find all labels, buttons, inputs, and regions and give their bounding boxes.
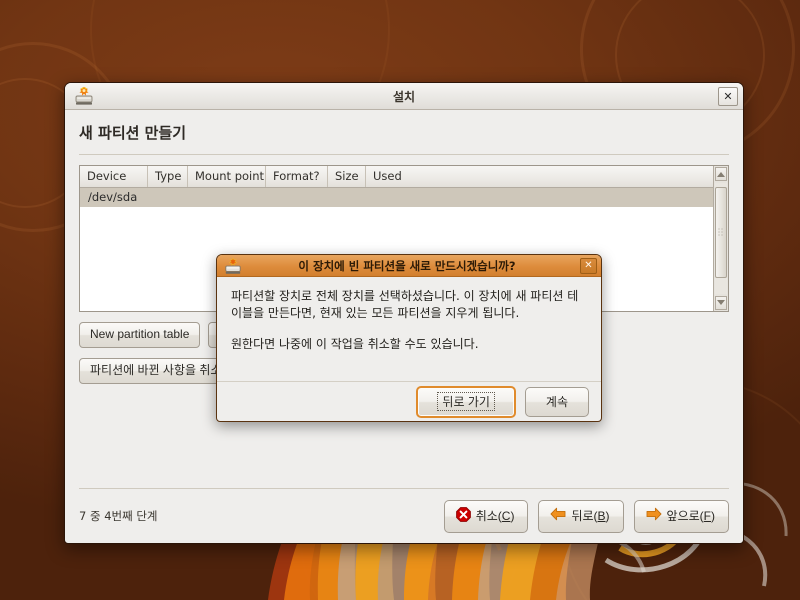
new-partition-table-button[interactable]: New partition table bbox=[79, 321, 201, 348]
column-header-used[interactable]: Used bbox=[366, 166, 713, 187]
scrollbar-thumb[interactable] bbox=[715, 187, 727, 278]
scrollbar-grip-icon bbox=[717, 227, 725, 237]
page-title: 새 파티션 만들기 bbox=[79, 124, 187, 142]
column-header-device[interactable]: Device bbox=[80, 166, 148, 187]
dialog-paragraph-2: 원한다면 나중에 이 작업을 취소할 수도 있습니다. bbox=[231, 337, 479, 352]
confirm-dialog: 이 장치에 빈 파티션을 새로 만드시겠습니까? ✕ 파티션할 장치로 전체 장… bbox=[216, 254, 602, 422]
partition-table-header: Device Type Mount point Format? Size Use… bbox=[80, 166, 713, 188]
arrow-right-icon bbox=[646, 507, 662, 524]
arrow-left-icon bbox=[550, 507, 566, 524]
table-row[interactable]: /dev/sda bbox=[80, 188, 713, 207]
dialog-paragraph-1: 파티션할 장치로 전체 장치를 선택하셨습니다. 이 장치에 새 파티션 테이블… bbox=[231, 289, 579, 321]
close-icon: ✕ bbox=[723, 89, 733, 103]
column-header-mount-point[interactable]: Mount point bbox=[188, 166, 266, 187]
step-indicator: 7 중 4번째 단계 bbox=[79, 509, 158, 523]
column-header-size[interactable]: Size bbox=[328, 166, 366, 187]
column-header-type[interactable]: Type bbox=[148, 166, 188, 187]
undo-partition-changes-button[interactable]: 파티션에 바뀐 사항을 취소 bbox=[79, 358, 233, 385]
disk-drive-icon bbox=[73, 86, 95, 106]
window-close-button[interactable]: ✕ bbox=[718, 86, 738, 106]
dialog-continue-button[interactable]: 계속 bbox=[524, 386, 589, 417]
partition-table-scrollbar[interactable] bbox=[713, 166, 728, 311]
cancel-icon bbox=[455, 506, 471, 525]
dialog-go-back-label: 뒤로 가기 bbox=[437, 391, 495, 411]
dialog-footer: 뒤로 가기 계속 bbox=[217, 381, 601, 421]
disk-drive-icon bbox=[223, 257, 243, 275]
dialog-body: 파티션할 장치로 전체 장치를 선택하셨습니다. 이 장치에 새 파티션 테이블… bbox=[217, 277, 601, 381]
window-title: 설치 bbox=[392, 89, 416, 104]
dialog-title: 이 장치에 빈 파티션을 새로 만드시겠습니까? bbox=[298, 258, 516, 273]
scroll-down-icon[interactable] bbox=[715, 295, 727, 310]
back-button[interactable]: 뒤로(B) bbox=[538, 499, 624, 533]
wizard-navigation-bar: 7 중 4번째 단계 취소(C) 뒤로(B) 앞으로(F) bbox=[65, 489, 743, 543]
dialog-go-back-button[interactable]: 뒤로 가기 bbox=[416, 385, 516, 418]
scroll-up-icon[interactable] bbox=[715, 167, 727, 181]
forward-button[interactable]: 앞으로(F) bbox=[633, 499, 729, 533]
heading-divider bbox=[79, 154, 729, 155]
navigation-buttons: 취소(C) 뒤로(B) 앞으로(F) bbox=[443, 499, 729, 533]
back-button-label: 뒤로(B) bbox=[571, 509, 610, 523]
cancel-button[interactable]: 취소(C) bbox=[443, 499, 529, 533]
column-header-format[interactable]: Format? bbox=[266, 166, 328, 187]
forward-button-label: 앞으로(F) bbox=[666, 509, 715, 523]
dialog-close-button[interactable]: ✕ bbox=[580, 257, 597, 274]
dialog-titlebar[interactable]: 이 장치에 빈 파티션을 새로 만드시겠습니까? ✕ bbox=[217, 255, 601, 277]
window-titlebar[interactable]: 설치 ✕ bbox=[65, 83, 743, 110]
scrollbar-track[interactable] bbox=[715, 183, 727, 294]
cancel-button-label: 취소(C) bbox=[475, 509, 515, 523]
desktop-background: 설치 ✕ 새 파티션 만들기 Device Type Mount point F… bbox=[0, 0, 800, 600]
close-icon: ✕ bbox=[584, 259, 593, 271]
